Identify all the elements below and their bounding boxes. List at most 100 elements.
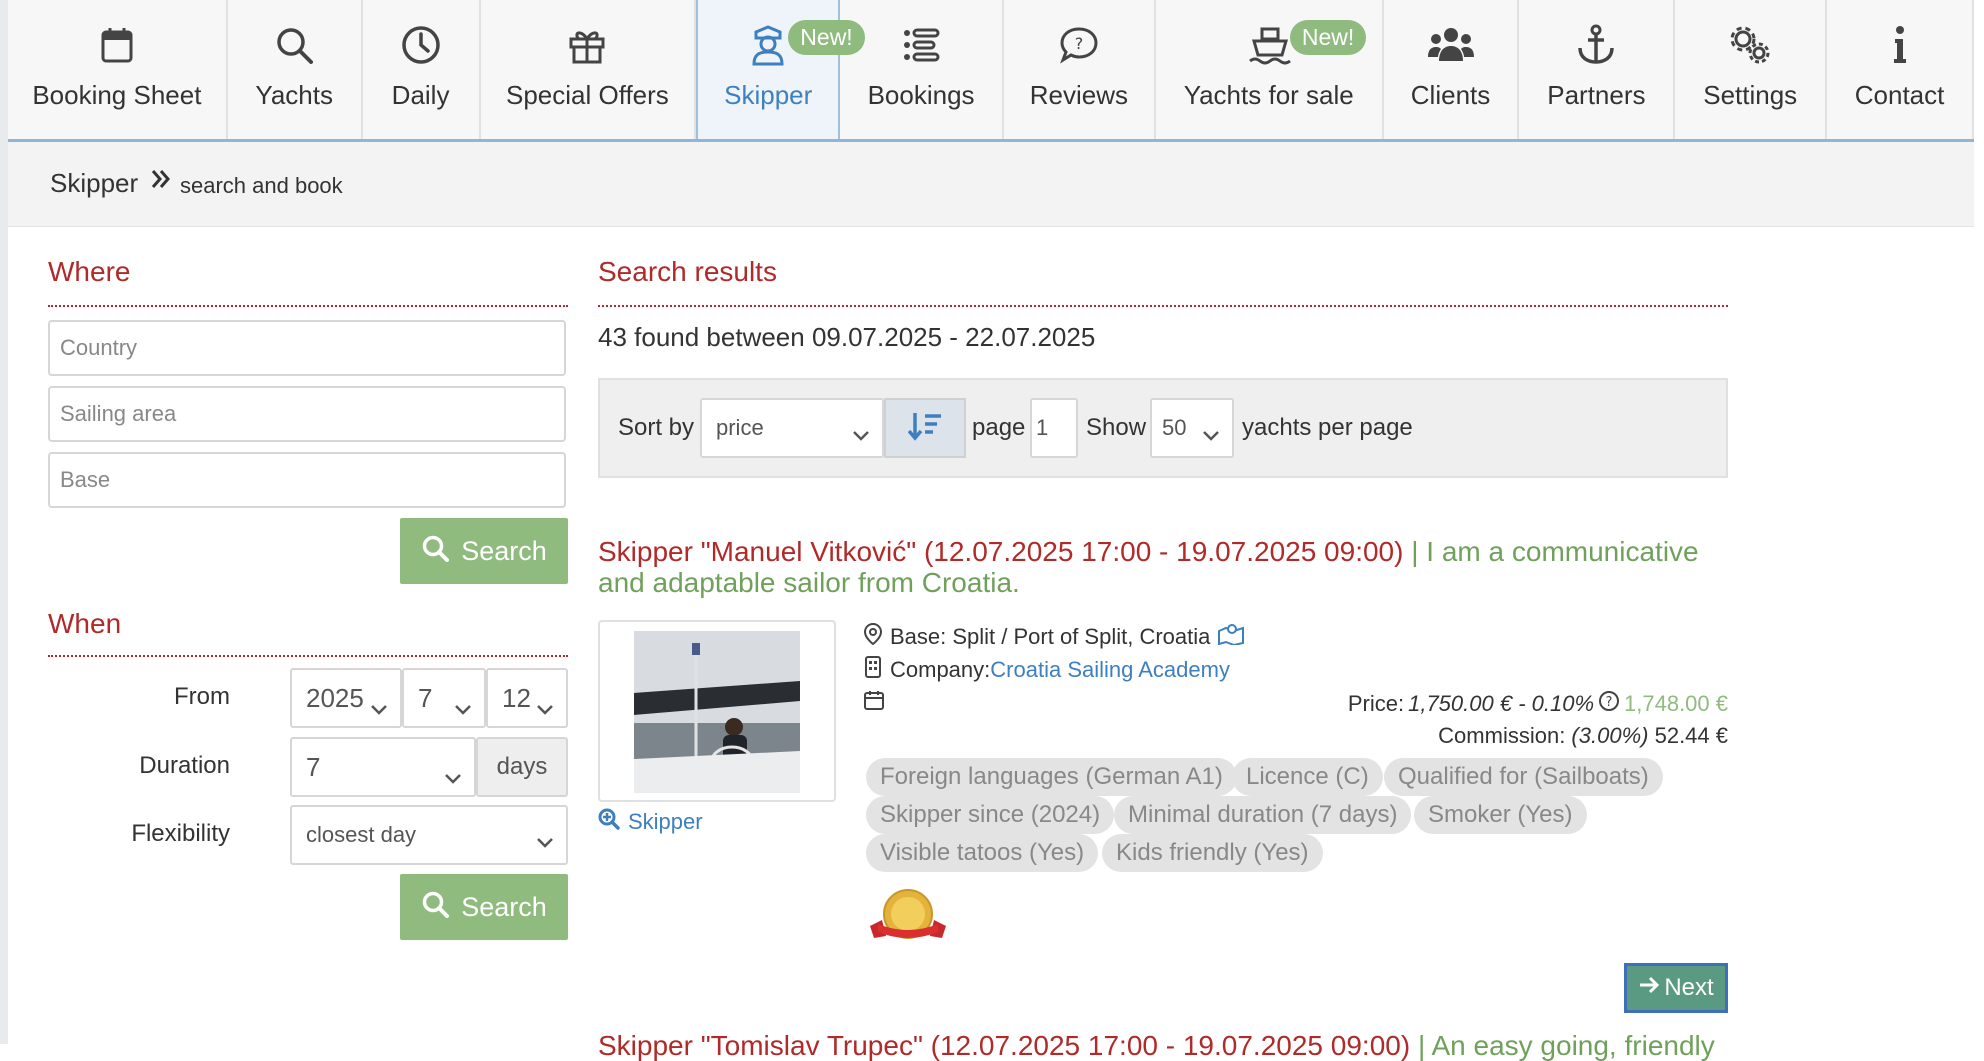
skipper-photo-frame[interactable] [598,620,836,802]
skipper-link-label: Skipper [628,809,703,834]
nav-settings[interactable]: Settings [1675,0,1828,139]
result-title-tagline: An easy going, friendly [1431,1030,1715,1061]
zoom-in-icon [598,808,620,836]
sort-direction-button[interactable] [884,398,966,458]
double-chevron-icon [150,166,172,199]
nav-yachts[interactable]: Yachts [228,0,363,139]
top-navigation: Booking Sheet Yachts Daily Special Offer… [8,0,1974,142]
gears-icon [1720,22,1780,68]
nav-bookings[interactable]: Bookings [840,0,1004,139]
show-label: Show [1086,414,1147,441]
result-title-main: Skipper "Tomislav Trupec" (12.07.2025 17… [598,1030,1411,1061]
per-page-select[interactable]: 50 [1150,398,1234,458]
nav-booking-sheet[interactable]: Booking Sheet [8,0,228,139]
result-title-main: Skipper "Manuel Vitković" (12.07.2025 17… [598,536,1404,567]
price-final: 1,748.00 € [1624,691,1728,716]
next-label: Next [1664,974,1714,1001]
list-icon [891,22,951,68]
commission-line: Commission: (3.00%) 52.44 € [1438,723,1728,749]
year-select[interactable]: 2025 [290,668,402,728]
tag-chip: Minimal duration (7 days) [1114,796,1412,834]
page-label: page [972,414,1026,441]
nav-reviews[interactable]: ? Reviews [1004,0,1156,139]
award-badge-icon [868,888,948,953]
help-icon[interactable]: ? [1598,690,1620,718]
building-icon [864,656,882,684]
results-divider [598,305,1728,307]
search-icon [264,22,324,68]
when-heading: When [48,608,122,639]
sort-descending-icon [907,411,942,446]
base-input[interactable] [48,452,566,508]
users-icon [1421,22,1481,68]
price-original: 1,750.00 € - 0.10% [1408,691,1595,716]
breadcrumb: Skipper search and book [8,142,1974,227]
nav-skipper[interactable]: New! Skipper [696,0,865,139]
calendar-icon [87,22,147,68]
calendar-icon [864,690,884,716]
breadcrumb-sub: search and book [180,173,343,198]
speech-bubble-icon: ? [1049,22,1109,68]
where-search-button[interactable]: Search [400,518,568,584]
anchor-icon [1566,22,1626,68]
flexibility-select[interactable]: closest day [290,805,568,865]
tag-chip: Skipper since (2024) [866,796,1115,834]
where-heading: Where [48,256,131,287]
where-divider [48,305,568,307]
tag-chip: Licence (C) [1232,758,1383,796]
page-input[interactable]: 1 [1030,398,1078,458]
nav-label: Reviews [1029,80,1129,110]
results-count: 43 found between 09.07.2025 - 22.07.2025 [598,322,1096,352]
duration-select[interactable]: 7 [290,737,476,797]
nav-special-offers[interactable]: Special Offers [481,0,697,139]
from-label: From [174,683,230,710]
chevron-down-icon [444,761,462,792]
day-select[interactable]: 12 [486,668,568,728]
sailing-area-input[interactable] [48,386,566,442]
map-icon[interactable] [1218,623,1245,651]
when-divider [48,655,568,657]
result-title-separator: | [1403,536,1427,567]
chevron-down-icon [1202,422,1220,448]
price-label: Price: [1347,691,1405,716]
month-select[interactable]: 7 [402,668,486,728]
country-input[interactable] [48,320,566,376]
svg-text:?: ? [1075,34,1084,53]
nav-clients[interactable]: Clients [1384,0,1520,139]
company-label: Company: [890,657,991,682]
result-title-separator: | [1410,1030,1432,1061]
result-title[interactable]: Skipper "Tomislav Trupec" (12.07.2025 17… [598,1030,1738,1061]
nav-label: Yachts [255,80,333,110]
nav-yachts-for-sale[interactable]: New! Yachts for sale [1156,0,1384,139]
when-search-button[interactable]: Search [400,874,568,940]
sort-value: price [716,415,764,440]
tag-chip: Kids friendly (Yes) [1102,834,1323,872]
sort-by-label: Sort by [618,414,695,441]
svg-text:?: ? [1606,695,1613,710]
nav-daily[interactable]: Daily [363,0,481,139]
left-edge [0,0,8,1044]
nav-label: Yachts for sale [1183,80,1354,110]
chevron-down-icon [370,692,388,723]
next-button[interactable]: Next [1624,963,1728,1013]
tag-chip: Visible tatoos (Yes) [866,834,1099,872]
page-value: 1 [1036,415,1049,440]
sort-select[interactable]: price [700,398,884,458]
commission-label: Commission: [1438,723,1572,748]
flexibility-label: Flexibility [131,820,230,847]
nav-contact[interactable]: Contact [1827,0,1974,139]
company-link[interactable]: Croatia Sailing Academy [990,657,1230,683]
result-title[interactable]: Skipper "Manuel Vitković" (12.07.2025 17… [598,536,1738,598]
nav-partners[interactable]: Partners [1519,0,1676,139]
per-page-label: yachts per page [1242,414,1413,441]
price-line: Price: 1,750.00 € - 0.10% ? 1,748.00 € [1348,690,1728,718]
nav-label: Booking Sheet [32,80,202,110]
gift-icon [557,22,617,68]
month-value: 7 [418,682,433,713]
tag-chip: Qualified for (Sailboats) [1384,758,1663,796]
breadcrumb-main[interactable]: Skipper [50,168,138,199]
new-badge: New! [1289,20,1367,55]
search-label: Search [461,891,547,922]
arrow-right-icon [1638,974,1660,1002]
skipper-photo-link[interactable]: Skipper [598,808,703,836]
